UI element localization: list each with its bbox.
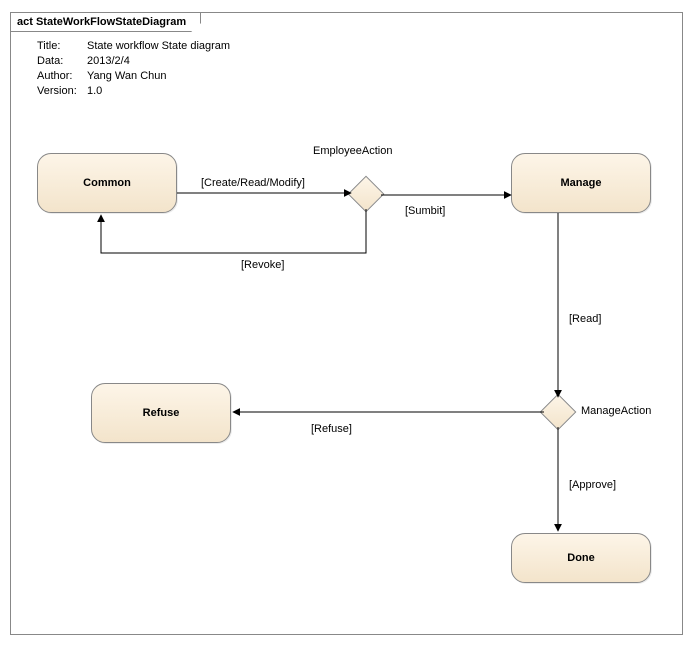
meta-title: Title: State workflow State diagram (37, 39, 230, 54)
meta-data-label: Data: (37, 54, 87, 69)
edge-submit-label: [Sumbit] (405, 205, 445, 217)
meta-author-value: Yang Wan Chun (87, 69, 167, 84)
diagram-panel: act StateWorkFlowStateDiagram Title: Sta… (10, 12, 683, 635)
state-manage: Manage (511, 153, 651, 213)
edge-revoke-label: [Revoke] (241, 259, 284, 271)
state-common: Common (37, 153, 177, 213)
meta-version-label: Version: (37, 84, 87, 99)
meta-author-label: Author: (37, 69, 87, 84)
edge-approve-label: [Approve] (569, 479, 616, 491)
meta-title-value: State workflow State diagram (87, 39, 230, 54)
meta-version-value: 1.0 (87, 84, 102, 99)
edge-refuse-label: [Refuse] (311, 423, 352, 435)
decision-employee-action-label: EmployeeAction (313, 145, 393, 157)
meta-author: Author: Yang Wan Chun (37, 69, 230, 84)
meta-version: Version: 1.0 (37, 84, 230, 99)
decision-manage-action (540, 394, 577, 431)
metadata-block: Title: State workflow State diagram Data… (37, 39, 230, 99)
meta-title-label: Title: (37, 39, 87, 54)
edge-revoke (101, 209, 366, 253)
decision-manage-action-label: ManageAction (581, 405, 651, 417)
meta-data-value: 2013/2/4 (87, 54, 130, 69)
panel-tab: act StateWorkFlowStateDiagram (10, 12, 201, 32)
decision-employee-action (348, 176, 385, 213)
edge-create-read-modify-label: [Create/Read/Modify] (201, 177, 305, 189)
edge-read-label: [Read] (569, 313, 601, 325)
canvas: act StateWorkFlowStateDiagram Title: Sta… (0, 0, 693, 647)
meta-data: Data: 2013/2/4 (37, 54, 230, 69)
state-refuse: Refuse (91, 383, 231, 443)
state-done: Done (511, 533, 651, 583)
